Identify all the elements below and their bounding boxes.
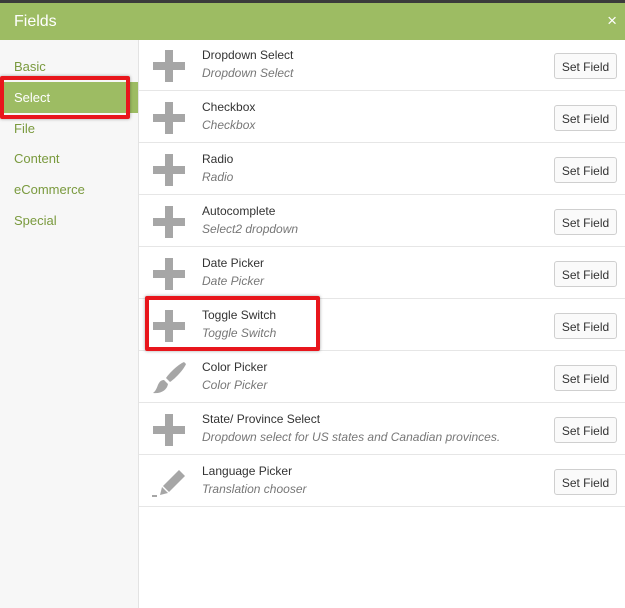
field-description: Dropdown select for US states and Canadi…: [202, 430, 501, 444]
field-list: Dropdown Select Dropdown Select Set Fiel…: [139, 40, 625, 608]
set-field-button[interactable]: Set Field: [554, 365, 617, 391]
dialog-title: Fields: [14, 13, 57, 30]
field-row-autocomplete: Autocomplete Select2 dropdown Set Field: [139, 196, 625, 247]
set-field-button[interactable]: Set Field: [554, 105, 617, 131]
field-row-color-picker: Color Picker Color Picker Set Field: [139, 352, 625, 403]
field-description: Select2 dropdown: [202, 222, 299, 236]
field-row-toggle-switch: Toggle Switch Toggle Switch Set Field: [139, 300, 625, 351]
field-row-date-picker: Date Picker Date Picker Set Field: [139, 248, 625, 299]
plus-icon: [153, 414, 185, 446]
field-name: Autocomplete: [202, 204, 276, 218]
sidebar-item-ecommerce[interactable]: eCommerce: [0, 174, 138, 205]
field-name: Color Picker: [202, 360, 268, 374]
close-icon[interactable]: ×: [607, 11, 617, 31]
category-sidebar: Basic Select File Content eCommerce Spec…: [0, 40, 139, 608]
pencil-icon: [152, 470, 185, 497]
field-name: State/ Province Select: [202, 412, 321, 426]
field-description: Toggle Switch: [202, 326, 277, 340]
set-field-button[interactable]: Set Field: [554, 53, 617, 79]
field-description: Radio: [202, 170, 234, 184]
sidebar-item-content[interactable]: Content: [0, 143, 138, 174]
set-field-button[interactable]: Set Field: [554, 417, 617, 443]
field-name: Date Picker: [202, 256, 265, 270]
field-description: Checkbox: [202, 118, 256, 132]
sidebar-item-special[interactable]: Special: [0, 205, 138, 236]
fields-dialog: Fields × Basic Select File Content eComm…: [0, 0, 625, 608]
set-field-button[interactable]: Set Field: [554, 469, 617, 495]
plus-icon: [153, 258, 185, 290]
set-field-button[interactable]: Set Field: [554, 209, 617, 235]
field-row-checkbox: Checkbox Checkbox Set Field: [139, 92, 625, 143]
set-field-button[interactable]: Set Field: [554, 261, 617, 287]
set-field-button[interactable]: Set Field: [554, 157, 617, 183]
field-name: Language Picker: [202, 464, 293, 478]
plus-icon: [153, 154, 185, 186]
field-description: Translation chooser: [202, 482, 307, 496]
field-row-language-picker: Language Picker Translation chooser Set …: [139, 456, 625, 507]
sidebar-item-select[interactable]: Select: [0, 82, 138, 113]
field-description: Dropdown Select: [202, 66, 294, 80]
paintbrush-icon: [153, 362, 186, 394]
field-row-radio: Radio Radio Set Field: [139, 144, 625, 195]
field-row-dropdown-select: Dropdown Select Dropdown Select Set Fiel…: [139, 40, 625, 91]
plus-icon: [153, 102, 185, 134]
field-description: Date Picker: [202, 274, 265, 288]
field-name: Toggle Switch: [202, 308, 277, 322]
plus-icon: [153, 310, 185, 342]
field-name: Radio: [202, 152, 234, 166]
field-name: Dropdown Select: [202, 48, 294, 62]
sidebar-item-basic[interactable]: Basic: [0, 51, 138, 82]
dialog-header: Fields ×: [0, 3, 625, 40]
plus-icon: [153, 206, 185, 238]
field-name: Checkbox: [202, 100, 256, 114]
plus-icon: [153, 50, 185, 82]
field-description: Color Picker: [202, 378, 268, 392]
field-row-state-province-select: State/ Province Select Dropdown select f…: [139, 404, 625, 455]
set-field-button[interactable]: Set Field: [554, 313, 617, 339]
sidebar-item-file[interactable]: File: [0, 113, 138, 144]
